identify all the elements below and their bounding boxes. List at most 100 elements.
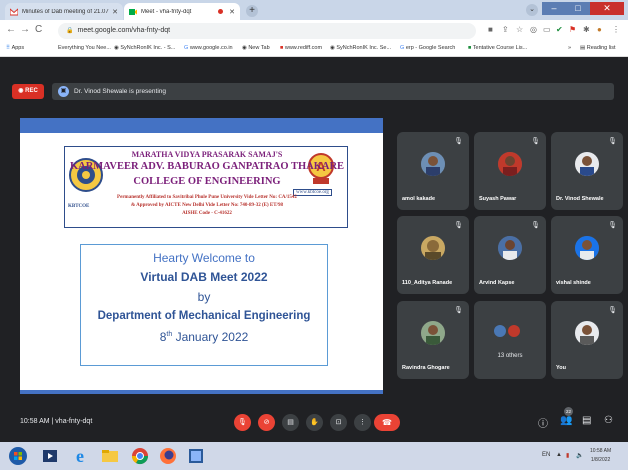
raise-hand-button[interactable]: ✋ — [306, 414, 323, 431]
recording-icon — [218, 9, 224, 14]
participant-name: vishal shinde — [556, 280, 591, 286]
bookmark-item[interactable]: ◉ SyNchRonIK Inc. - S... — [114, 45, 175, 51]
new-tab-button[interactable]: + — [246, 5, 258, 17]
participant-tile[interactable]: 🎙 Ravindra Ghogare — [397, 301, 469, 379]
close-window-button[interactable]: ✕ — [590, 2, 624, 15]
college-header: KBTCOE A MARATHA VIDYA PRASARAK SAMAJ'S … — [64, 146, 348, 228]
chrome-icon[interactable] — [130, 446, 150, 466]
close-icon[interactable]: ✕ — [112, 8, 118, 16]
header-line-6: AISHE Code - C-41622 — [182, 211, 232, 216]
meeting-details[interactable]: 10:58 AM | vha-fnty-dqt — [20, 418, 92, 425]
meet-controls-bar: 10:58 AM | vha-fnty-dqt 🎙 ⊘ ▤ ✋ ⊡ ⋮ ☎ ⓘ … — [0, 404, 628, 442]
participant-tile[interactable]: 🎙 Dr. Vinod Shewale — [551, 132, 623, 210]
bookmark-item[interactable]: Everything You Nee... — [58, 45, 111, 51]
present-button[interactable]: ⊡ — [330, 414, 347, 431]
check-icon[interactable]: ✔ — [556, 25, 563, 34]
media-icon[interactable] — [40, 446, 60, 466]
welcome-line-2: Virtual DAB Meet 2022 — [140, 270, 268, 284]
avatar — [421, 321, 445, 345]
participant-tile-self[interactable]: 🎙 You — [551, 301, 623, 379]
bookmarks-overflow[interactable]: » — [568, 45, 571, 51]
puzzle-icon[interactable]: ✱ — [583, 25, 590, 34]
more-options-button[interactable]: ⋮ — [354, 414, 371, 431]
end-call-button[interactable]: ☎ — [374, 414, 400, 431]
meet-header: ◉ REC Dr. Vinod Shewale is presenting ▣ — [0, 76, 628, 104]
participant-tile-others[interactable]: 13 others — [474, 301, 546, 379]
extension-icon[interactable]: ◎ — [530, 25, 537, 34]
bookmark-item[interactable]: ■ www.rediff.com — [280, 45, 322, 51]
tab-title: Minutes of Dab meeting of 21.07 — [22, 8, 109, 15]
header-line-3: COLLEGE OF ENGINEERING — [133, 176, 281, 187]
folder-icon[interactable] — [100, 446, 120, 466]
participant-tile[interactable]: 🎙 Suyash Pawar — [474, 132, 546, 210]
activities-icon[interactable]: ⚇ — [604, 415, 613, 426]
maximize-button[interactable]: □ — [566, 2, 590, 15]
avatar[interactable]: ● — [597, 25, 602, 34]
image-viewer-icon[interactable] — [186, 446, 206, 466]
camera-toggle-button[interactable]: ⊘ — [258, 414, 275, 431]
extension-icon[interactable]: ▭ — [543, 25, 551, 34]
captions-button[interactable]: ▤ — [282, 414, 299, 431]
extension-icon[interactable]: ⚑ — [569, 25, 576, 34]
system-clock[interactable]: 10:58 AM 1/8/2022 — [590, 447, 611, 465]
lock-icon: 🔒 — [66, 28, 74, 34]
minimize-button[interactable]: – — [542, 2, 566, 15]
participant-tile[interactable]: 🎙 vishal shinde — [551, 216, 623, 294]
network-icon[interactable]: ▮ — [566, 452, 569, 459]
volume-icon[interactable]: 🔈 — [576, 452, 583, 459]
forward-icon[interactable]: → — [20, 24, 30, 35]
bookmark-item[interactable]: G www.google.co.in — [184, 45, 233, 51]
ie-icon[interactable]: e — [70, 446, 90, 466]
header-line-2: KARMAVEER ADV. BABURAO GANPATRAO THAKARE — [69, 161, 345, 172]
meeting-time: 10:58 AM — [20, 418, 50, 425]
address-row: ← → C 🔒 meet.google.com/vha-fnty-dqt ■ ⇪ … — [0, 20, 628, 42]
reload-icon[interactable]: C — [35, 24, 42, 35]
bookmarks-bar: ⠿ Apps Everything You Nee... ◉ SyNchRonI… — [0, 42, 628, 57]
tab-search-icon[interactable]: ⌄ — [526, 4, 538, 16]
camera-icon[interactable]: ■ — [488, 25, 493, 34]
participant-name: Arvind Kapse — [479, 280, 515, 286]
info-icon[interactable]: ⓘ — [538, 415, 548, 430]
participant-name: Suyash Pawar — [479, 196, 517, 202]
tab-meet[interactable]: Meet - vha-fnty-dqt ✕ — [124, 3, 240, 20]
recording-badge[interactable]: ◉ REC — [12, 84, 44, 99]
bookmark-item[interactable]: G erp - Google Search — [400, 45, 455, 51]
slide-bottom-rule — [20, 390, 383, 394]
firefox-icon[interactable] — [158, 446, 178, 466]
close-icon[interactable]: ✕ — [229, 8, 235, 16]
participant-name: amol kakade — [402, 196, 436, 202]
bookmark-item[interactable]: ■ Tentative Course Lis... — [468, 45, 527, 51]
avatar — [575, 152, 599, 176]
menu-icon[interactable]: ⋮ — [612, 25, 620, 34]
share-icon[interactable]: ⇪ — [502, 25, 509, 34]
clock-date: 1/8/2022 — [590, 457, 611, 463]
tab-strip: Minutes of Dab meeting of 21.07 ✕ Meet -… — [0, 0, 628, 20]
mic-toggle-button[interactable]: 🎙 — [234, 414, 251, 431]
meeting-code: vha-fnty-dqt — [55, 418, 93, 425]
tray-expand-icon[interactable]: ▲ — [556, 452, 562, 458]
participant-tile[interactable]: 🎙 Arvind Kapse — [474, 216, 546, 294]
present-screen-icon: ▣ — [58, 86, 69, 97]
apps-bookmark[interactable]: ⠿ Apps — [6, 45, 24, 51]
participant-tile[interactable]: 🎙 amol kakade — [397, 132, 469, 210]
avatar — [421, 236, 445, 260]
participant-tile[interactable]: 🎙 110_Aditya Ranade — [397, 216, 469, 294]
mic-off-icon: 🎙 — [608, 307, 617, 314]
address-bar[interactable]: 🔒 meet.google.com/vha-fnty-dqt — [58, 23, 476, 39]
back-icon[interactable]: ← — [6, 24, 16, 35]
reading-list[interactable]: ▤ Reading list — [580, 45, 615, 51]
people-icon[interactable]: 👥 — [560, 415, 572, 426]
bookmark-item[interactable]: ◉ SyNchRonIK Inc. Se... — [330, 45, 391, 51]
avatar — [421, 152, 445, 176]
star-icon[interactable]: ☆ — [516, 25, 523, 34]
participant-name: Ravindra Ghogare — [402, 365, 450, 371]
chat-icon[interactable]: ▤ — [582, 415, 591, 426]
tab-minutes[interactable]: Minutes of Dab meeting of 21.07 ✕ — [5, 3, 123, 20]
presented-slide: KBTCOE A MARATHA VIDYA PRASARAK SAMAJ'S … — [20, 118, 383, 394]
participant-name: You — [556, 365, 566, 371]
bookmark-item[interactable]: ◉ New Tab — [242, 45, 270, 51]
avatar — [498, 152, 522, 176]
start-icon[interactable] — [8, 446, 28, 466]
language-indicator[interactable]: EN — [542, 452, 550, 458]
mic-off-icon: 🎙 — [454, 138, 463, 145]
